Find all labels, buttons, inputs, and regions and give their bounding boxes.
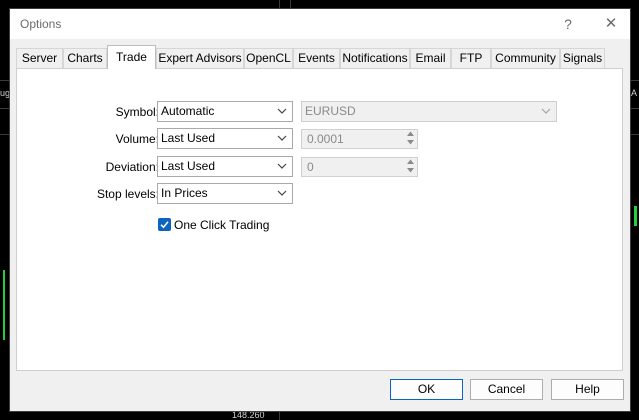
- chevron-down-icon: [276, 186, 288, 200]
- spin-down-icon[interactable]: [403, 167, 417, 176]
- tab-notifications[interactable]: Notifications: [340, 48, 410, 68]
- title-bar[interactable]: Options ? ✕: [10, 9, 630, 39]
- volume-label: Volume:: [115, 132, 159, 146]
- ok-button[interactable]: OK: [390, 379, 463, 400]
- deviation-stepper[interactable]: 0: [301, 157, 418, 177]
- chart-gridline: [0, 80, 9, 81]
- tab-signals[interactable]: Signals: [560, 48, 605, 68]
- volume-select-value: Last Used: [161, 131, 216, 145]
- one-click-trading-label[interactable]: One Click Trading: [174, 218, 269, 232]
- volume-select[interactable]: Last Used: [157, 128, 293, 149]
- tab-ftp[interactable]: FTP: [451, 48, 491, 68]
- symbol-name-value: EURUSD: [305, 104, 356, 118]
- deviation-stepper-value: 0: [307, 160, 314, 174]
- trade-panel: Symbol: Automatic EURUSD Volume: Last Us…: [16, 68, 623, 371]
- chevron-down-icon: [276, 159, 288, 173]
- spin-up-icon[interactable]: [403, 158, 417, 167]
- tab-trade[interactable]: Trade: [107, 45, 156, 69]
- spin-up-icon[interactable]: [403, 130, 417, 139]
- cancel-button[interactable]: Cancel: [470, 379, 543, 400]
- help-icon[interactable]: ?: [557, 13, 579, 35]
- volume-stepper-buttons: [403, 130, 417, 148]
- symbol-select-value: Automatic: [161, 104, 215, 118]
- chart-gridline: [0, 134, 9, 135]
- chart-axis-text: A: [631, 88, 638, 98]
- symbol-name-select[interactable]: EURUSD: [301, 101, 557, 122]
- volume-stepper-value: 0.0001: [307, 132, 344, 146]
- chart-candle: [3, 270, 5, 340]
- deviation-select[interactable]: Last Used: [157, 156, 293, 177]
- tab-expert-advisors[interactable]: Expert Advisors: [156, 48, 244, 68]
- chart-candle: [634, 206, 637, 226]
- symbol-label: Symbol:: [115, 105, 159, 119]
- deviation-select-value: Last Used: [161, 159, 216, 173]
- chart-gridline: [631, 134, 639, 135]
- chevron-down-icon: [276, 104, 288, 118]
- chevron-down-icon: [540, 104, 552, 118]
- stop-levels-select[interactable]: In Prices: [157, 183, 293, 204]
- symbol-select[interactable]: Automatic: [157, 101, 293, 122]
- spin-down-icon[interactable]: [403, 139, 417, 148]
- tab-opencl[interactable]: OpenCL: [244, 48, 293, 68]
- one-click-trading-checkbox[interactable]: [158, 218, 171, 231]
- close-icon[interactable]: ✕: [600, 13, 622, 35]
- tab-charts[interactable]: Charts: [63, 48, 107, 68]
- stop-levels-select-value: In Prices: [161, 186, 208, 200]
- deviation-stepper-buttons: [403, 158, 417, 176]
- options-dialog: Options ? ✕ Server Charts Trade Expert A…: [9, 8, 631, 412]
- chart-gridline: [631, 108, 639, 109]
- chevron-down-icon: [276, 131, 288, 145]
- volume-stepper[interactable]: 0.0001: [301, 129, 418, 149]
- tab-community[interactable]: Community: [491, 48, 560, 68]
- chart-gridline: [279, 412, 280, 420]
- chart-gridline: [0, 108, 9, 109]
- deviation-label: Deviation:: [105, 160, 159, 174]
- chart-gridline: [290, 0, 291, 8]
- checkmark-icon: [160, 221, 169, 229]
- chart-gridline: [279, 0, 280, 8]
- chart-gridline: [631, 80, 639, 81]
- dialog-title: Options: [20, 17, 62, 31]
- stop-levels-label: Stop levels:: [96, 187, 159, 201]
- help-button[interactable]: Help: [551, 379, 624, 400]
- tab-events[interactable]: Events: [293, 48, 340, 68]
- tab-email[interactable]: Email: [410, 48, 451, 68]
- tab-server[interactable]: Server: [16, 48, 63, 68]
